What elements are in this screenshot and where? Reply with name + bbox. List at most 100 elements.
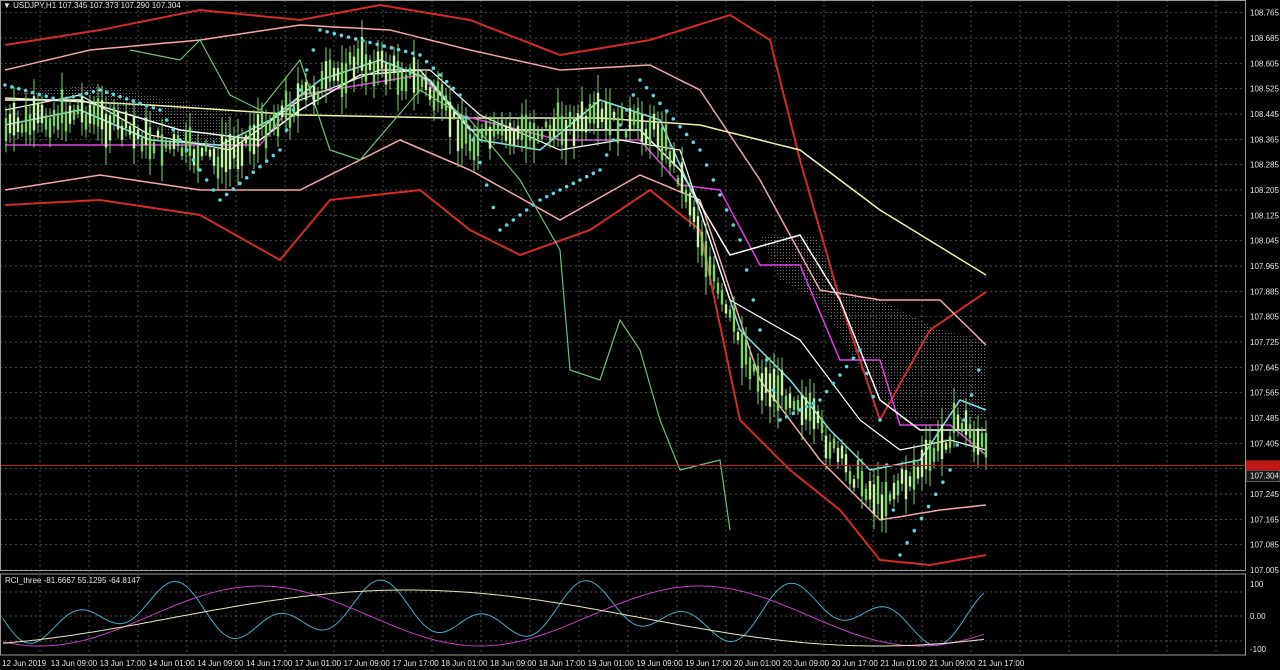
candle-body xyxy=(152,142,156,154)
candle-body xyxy=(636,107,640,129)
sar-dot xyxy=(851,356,856,361)
candle-body xyxy=(688,192,692,216)
candle-body xyxy=(96,98,100,127)
sar-dot xyxy=(164,118,169,122)
sar-dot xyxy=(464,115,469,120)
candle-body xyxy=(192,149,196,166)
candle-body xyxy=(640,114,644,142)
sar-dot xyxy=(438,73,442,77)
sar-dot xyxy=(531,203,536,207)
ohlc-values: 107.345 107.373 107.290 107.304 xyxy=(58,1,181,10)
candle-body xyxy=(136,129,140,140)
candle-body xyxy=(240,140,244,166)
price-tick-label: 107.565 xyxy=(1250,389,1279,398)
candle-body xyxy=(980,433,984,447)
sar-dot xyxy=(71,94,76,99)
candle-body xyxy=(428,87,432,100)
candle-body xyxy=(200,147,204,157)
price-tick-label: 108.765 xyxy=(1250,9,1279,18)
candle-body xyxy=(48,118,52,138)
candle-body xyxy=(400,71,404,91)
sar-dot xyxy=(704,163,709,167)
sar-dot xyxy=(538,198,542,202)
candle-body xyxy=(484,121,488,136)
candle-body xyxy=(656,123,660,147)
candle-body xyxy=(732,308,736,332)
candle-body xyxy=(892,482,896,500)
sar-dot xyxy=(118,94,122,99)
sar-dot xyxy=(91,89,96,94)
sar-dot xyxy=(838,373,842,377)
candle-body xyxy=(164,140,168,149)
sar-dot xyxy=(731,223,736,227)
sar-dot xyxy=(738,238,742,242)
candle-body xyxy=(4,118,8,141)
candle-body xyxy=(120,125,124,140)
candle-body xyxy=(280,105,284,118)
candle-body xyxy=(244,135,248,144)
sar-dot xyxy=(111,92,116,97)
candle-body xyxy=(936,430,940,452)
candle-body xyxy=(840,445,844,459)
candle-body xyxy=(416,70,420,93)
candle-body xyxy=(324,61,328,90)
chart-grid xyxy=(0,0,1245,655)
candle-body xyxy=(952,402,956,433)
candle-body xyxy=(36,103,40,124)
time-tick-label: 14 Jun 09:00 xyxy=(197,659,244,668)
sar-dot xyxy=(744,268,749,272)
candle-body xyxy=(304,81,308,101)
sar-dot xyxy=(131,99,136,103)
candle-body xyxy=(440,84,444,109)
time-tick-label: 17 Jun 09:00 xyxy=(344,659,391,668)
time-tick-label: 17 Jun 01:00 xyxy=(295,659,342,668)
symbol-label: USDJPY,H1 xyxy=(13,1,57,10)
candle-body xyxy=(700,231,704,256)
sar-dot xyxy=(325,29,329,34)
candle-body xyxy=(108,115,112,141)
candle-body xyxy=(588,103,592,124)
sar-dot xyxy=(353,37,358,41)
sar-dot xyxy=(3,83,7,87)
chart-canvas[interactable]: 108.765 108.685 108.605 108.525 108.445 108.3… xyxy=(0,0,1280,670)
price-tick-label: 108.525 xyxy=(1250,85,1279,94)
price-tick-label: 107.645 xyxy=(1250,363,1279,372)
candle-body xyxy=(984,432,988,458)
sar-dot xyxy=(171,128,176,132)
sar-dot xyxy=(284,128,289,132)
time-tick-label: 21 Jun 17:00 xyxy=(978,659,1025,668)
sar-dot xyxy=(264,159,269,163)
candle-body xyxy=(676,177,680,185)
sar-dot xyxy=(604,153,609,157)
candle-body xyxy=(64,111,68,132)
indicator-tick-label: 0.00 xyxy=(1250,612,1266,621)
sar-dot xyxy=(458,93,462,97)
sar-dot xyxy=(124,97,129,101)
candle-body xyxy=(564,120,568,150)
candle-body xyxy=(148,127,152,160)
sar-dot xyxy=(291,108,296,112)
sar-dot xyxy=(977,368,981,372)
menu-arrow-icon[interactable]: ▼ xyxy=(3,1,11,10)
kijun-sen xyxy=(5,74,987,456)
sar-dot xyxy=(424,59,429,64)
candle-body xyxy=(264,122,268,149)
candle-body xyxy=(672,149,676,166)
sar-dot xyxy=(818,398,822,402)
sar-dot xyxy=(78,93,82,97)
candle-body xyxy=(180,147,184,156)
candle-body xyxy=(532,123,536,150)
sar-dot xyxy=(955,443,959,447)
candle-body xyxy=(40,104,44,124)
candle-body xyxy=(848,471,852,484)
candle-body xyxy=(608,103,612,136)
sar-dot xyxy=(784,414,789,419)
candle-body xyxy=(864,488,868,500)
candle-body xyxy=(512,128,516,146)
candle-body xyxy=(708,256,712,276)
candle-body xyxy=(432,89,436,111)
time-tick-label: 18 Jun 09:00 xyxy=(490,659,537,668)
candle-body xyxy=(728,309,732,318)
sar-dot xyxy=(375,42,379,47)
sar-dot xyxy=(771,388,776,392)
